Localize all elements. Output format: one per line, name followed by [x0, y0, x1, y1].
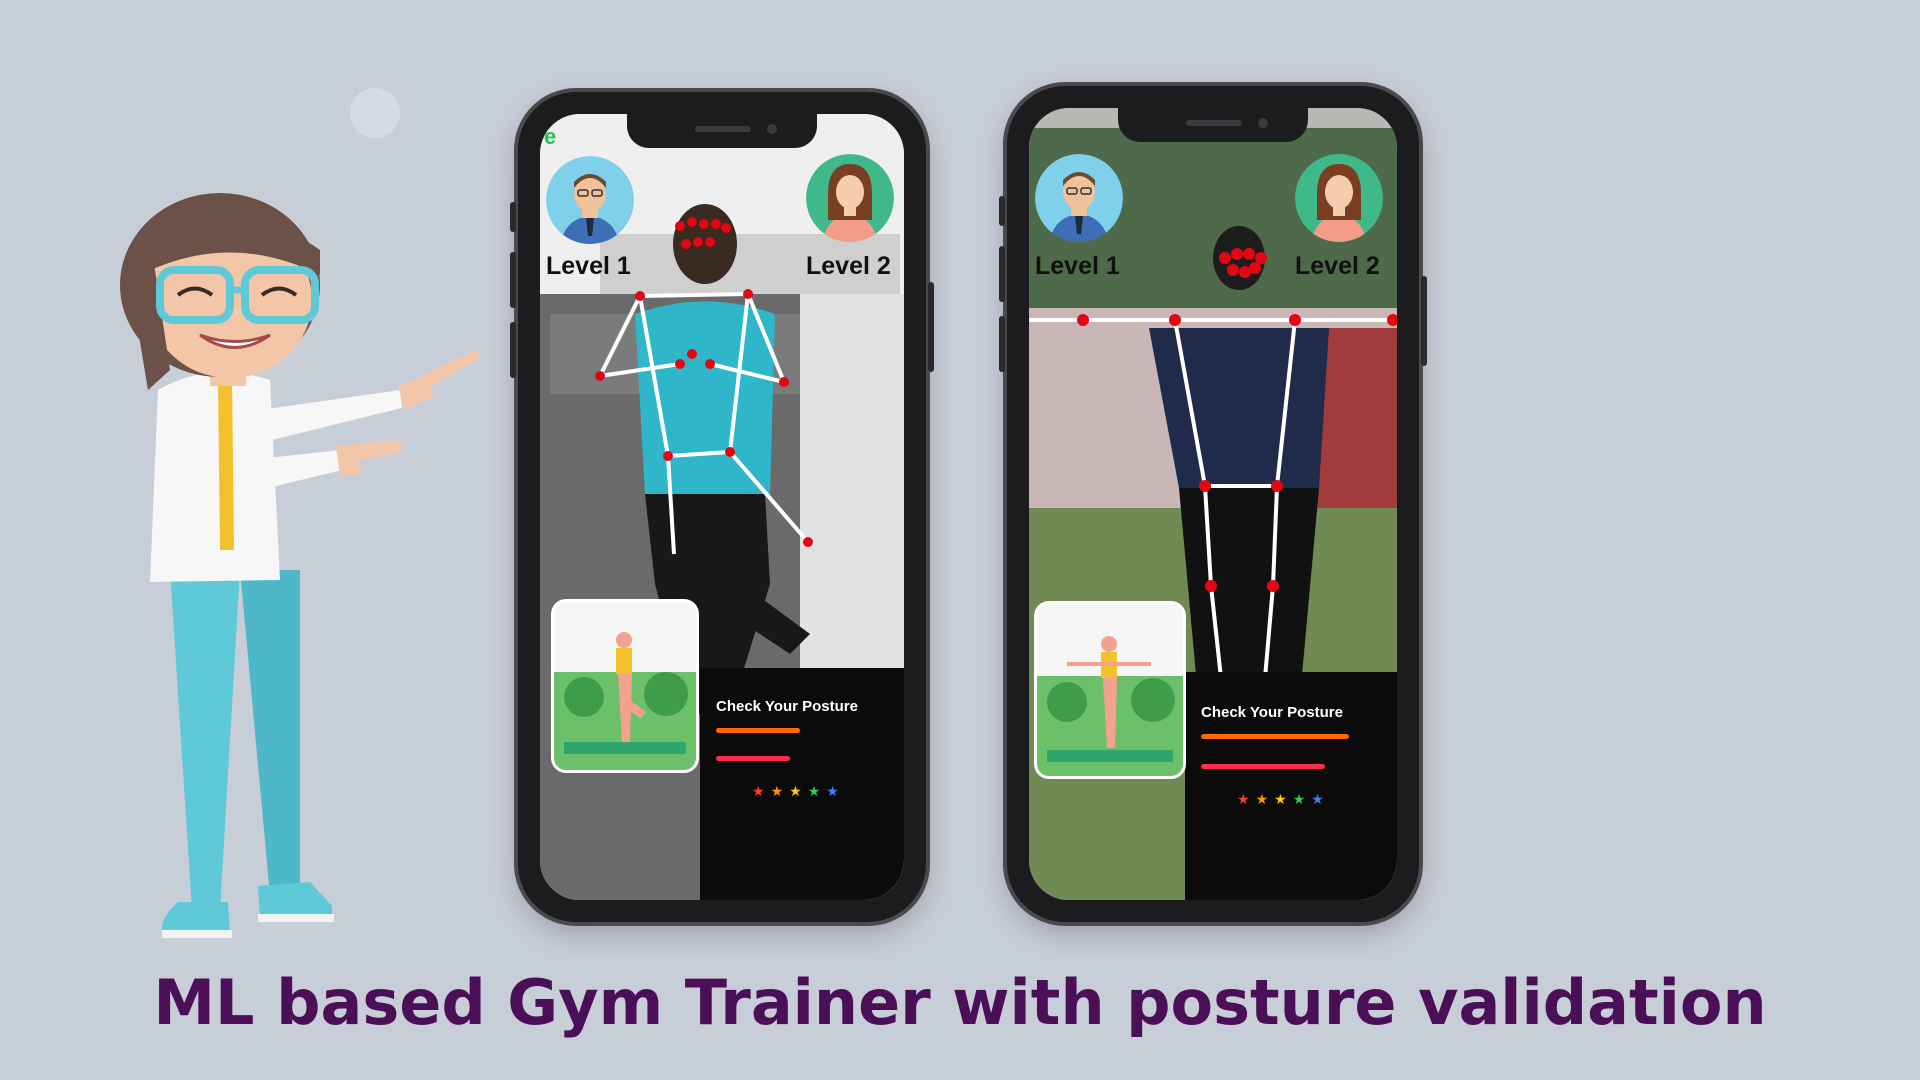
posture-bar-orange: [1201, 734, 1349, 739]
rating-stars: ★★★★★: [752, 784, 845, 800]
level-2-label[interactable]: Level 2: [1295, 252, 1380, 281]
posture-bar-red: [1201, 764, 1325, 769]
male-avatar-icon[interactable]: [1035, 154, 1123, 242]
star-icon: ★: [1274, 792, 1293, 808]
posture-label: Check Your Posture: [716, 698, 858, 715]
star-icon: ★: [770, 784, 790, 800]
star-icon: ★: [752, 784, 771, 800]
page-title: ML based Gym Trainer with posture valida…: [153, 966, 1767, 1039]
phone-screen-1: e Level 1 Level 2 Check Your Posture ★★★…: [540, 114, 904, 900]
male-avatar-icon[interactable]: [546, 156, 634, 244]
star-icon: ★: [1311, 792, 1330, 808]
phone-notch: [627, 114, 817, 148]
decorative-circle: [350, 88, 400, 138]
star-icon: ★: [826, 784, 845, 800]
phone-screen-2: Level 1 Level 2 Check Your Posture ★★★★★: [1029, 108, 1397, 900]
phone-notch: [1118, 108, 1308, 142]
corner-mark: e: [544, 124, 557, 149]
phone-side-button: [510, 252, 516, 308]
yoga-thumbnail[interactable]: [1037, 604, 1183, 776]
level-2-label[interactable]: Level 2: [806, 252, 891, 281]
star-icon: ★: [1237, 792, 1256, 808]
cartoon-character: [120, 193, 480, 938]
phone-side-button: [999, 246, 1005, 302]
phone-side-button: [999, 196, 1005, 226]
star-icon: ★: [789, 784, 808, 800]
star-icon: ★: [1255, 792, 1275, 808]
level-1-label[interactable]: Level 1: [546, 252, 631, 281]
yoga-thumbnail[interactable]: [554, 602, 696, 770]
posture-bar-orange: [716, 728, 800, 733]
rating-stars: ★★★★★: [1237, 792, 1330, 808]
phone-side-button: [510, 202, 516, 232]
phone-power-button: [1421, 276, 1427, 366]
phone-mockup-2: Level 1 Level 2 Check Your Posture ★★★★★: [999, 86, 1427, 922]
phone-mockup-1: e Level 1 Level 2 Check Your Posture ★★★…: [510, 92, 934, 922]
level-1-label[interactable]: Level 1: [1035, 252, 1120, 281]
female-avatar-icon[interactable]: [1295, 154, 1383, 242]
star-icon: ★: [1292, 792, 1312, 808]
phone-power-button: [928, 282, 934, 372]
phone-side-button: [510, 322, 516, 378]
posture-label: Check Your Posture: [1201, 704, 1343, 721]
star-icon: ★: [807, 784, 827, 800]
phone-side-button: [999, 316, 1005, 372]
posture-bar-red: [716, 756, 790, 761]
female-avatar-icon[interactable]: [806, 154, 894, 242]
